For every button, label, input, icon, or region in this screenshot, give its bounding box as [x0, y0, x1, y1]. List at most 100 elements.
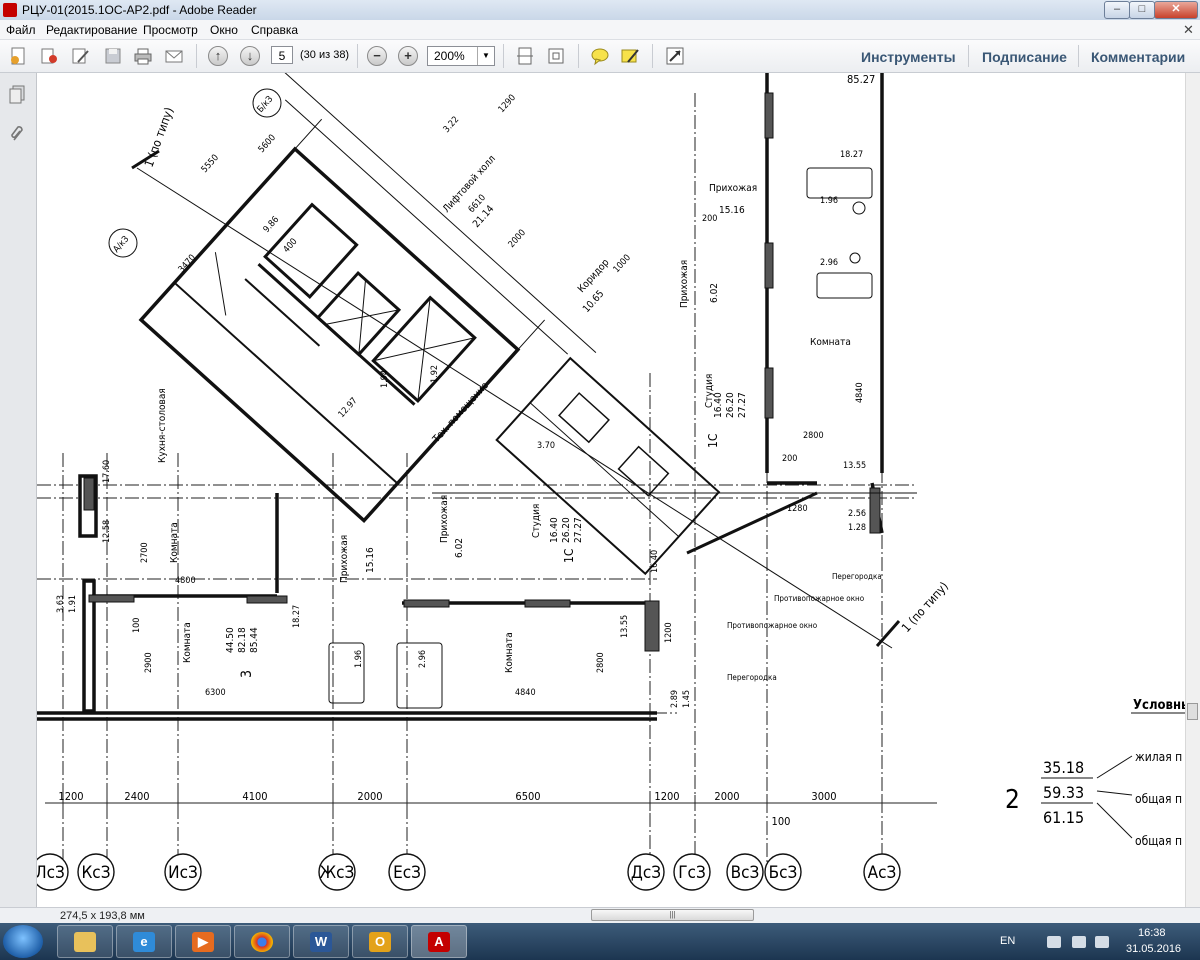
- room-label: Студия: [531, 504, 542, 538]
- close-document-icon[interactable]: ✕: [1183, 22, 1194, 38]
- dimension-label: 5600: [257, 133, 278, 155]
- action-center-icon[interactable]: [1095, 936, 1109, 948]
- pages-icon[interactable]: [9, 85, 27, 105]
- area-label: 35.18: [1043, 758, 1084, 777]
- next-page-button[interactable]: ↓: [240, 46, 260, 66]
- menu-view[interactable]: Просмотр: [143, 23, 198, 37]
- room-label: Прихожая: [339, 535, 350, 583]
- network-icon[interactable]: [1047, 936, 1061, 948]
- note-label: Перегородка: [727, 673, 777, 682]
- menu-window[interactable]: Окно: [210, 23, 238, 37]
- dimension-label: 1.96: [354, 650, 364, 668]
- page-number-input[interactable]: 5: [271, 46, 293, 64]
- dimension-label: 3.22: [442, 115, 461, 135]
- dimension-label: 1200: [664, 622, 674, 643]
- document-view[interactable]: ЛсЗ КсЗ ИсЗ ЖсЗ ЕсЗ ДсЗ ГсЗ ВсЗ БсЗ АсЗ …: [37, 73, 1185, 907]
- combine-files-icon[interactable]: [39, 46, 59, 66]
- toolbar-separator: [652, 44, 653, 68]
- highlight-icon[interactable]: [620, 46, 640, 66]
- minimize-button[interactable]: –: [1104, 1, 1130, 19]
- vertical-scrollbar[interactable]: [1185, 73, 1200, 907]
- vertical-scroll-thumb[interactable]: [1187, 703, 1198, 720]
- toolbar-separator: [968, 45, 969, 67]
- comments-link[interactable]: Комментарии: [1091, 49, 1185, 65]
- media-player-icon: ▶: [192, 932, 214, 952]
- area-label: 16.40: [713, 392, 724, 418]
- area-label: 27.27: [737, 392, 748, 418]
- email-icon[interactable]: [164, 46, 184, 66]
- legend-title: Условные: [1133, 698, 1185, 713]
- menu-edit[interactable]: Редактирование: [46, 23, 137, 37]
- attachments-icon[interactable]: [9, 125, 27, 145]
- save-icon[interactable]: [103, 46, 123, 66]
- full-screen-icon[interactable]: [665, 46, 685, 66]
- note-label: Противопожарное окно: [774, 594, 865, 603]
- dimension-label: 13.55: [843, 461, 866, 471]
- zoom-out-button[interactable]: −: [367, 46, 387, 66]
- volume-icon[interactable]: [1072, 936, 1086, 948]
- taskbar-internet-explorer[interactable]: e: [116, 925, 172, 958]
- dimension-label: 16.40: [650, 550, 660, 573]
- menu-bar: Файл Редактирование Просмотр Окно Справк…: [0, 20, 1200, 40]
- language-indicator[interactable]: EN: [1000, 935, 1015, 947]
- dimension-label: 1.45: [682, 690, 692, 708]
- area-label: 6.02: [709, 283, 720, 303]
- taskbar: e ▶ W O A: [0, 923, 1200, 960]
- edit-pdf-icon[interactable]: [70, 46, 90, 66]
- dimension-label: 100: [772, 815, 791, 828]
- zoom-select[interactable]: 200% ▼: [427, 46, 495, 66]
- print-icon[interactable]: [133, 46, 153, 66]
- dimension-label: 200: [782, 454, 797, 464]
- taskbar-outlook[interactable]: O: [352, 925, 408, 958]
- clock-date[interactable]: 31.05.2016: [1126, 943, 1181, 955]
- dimension-label: 2900: [144, 652, 154, 673]
- close-button[interactable]: ✕: [1154, 1, 1198, 19]
- axis-label: ВсЗ: [731, 863, 760, 883]
- dimension-label: 13.55: [620, 615, 630, 638]
- chevron-down-icon[interactable]: ▼: [477, 47, 494, 65]
- maximize-button[interactable]: □: [1129, 1, 1155, 19]
- room-label: Комната: [810, 337, 851, 348]
- zoom-in-button[interactable]: +: [398, 46, 418, 66]
- area-label: 27.27: [573, 517, 584, 543]
- dimension-label: 1200: [654, 790, 679, 803]
- axis-label: ЛсЗ: [37, 863, 65, 883]
- taskbar-media-player[interactable]: ▶: [175, 925, 231, 958]
- taskbar-chrome[interactable]: [234, 925, 290, 958]
- tools-link[interactable]: Инструменты: [861, 49, 956, 65]
- taskbar-word[interactable]: W: [293, 925, 349, 958]
- clock-time[interactable]: 16:38: [1138, 927, 1166, 939]
- area-label: 6.02: [454, 538, 465, 558]
- area-label: 82.18: [237, 627, 248, 653]
- dimension-label: 2700: [140, 542, 150, 563]
- create-pdf-icon[interactable]: [8, 46, 28, 66]
- horizontal-scroll-thumb[interactable]: |||: [591, 909, 754, 921]
- axis-label: АсЗ: [868, 863, 897, 883]
- window-title: РЦУ-01(2015.1ОС-АР2.pdf - Adobe Reader: [22, 3, 257, 17]
- page-size-label: 274,5 x 193,8 мм: [60, 910, 145, 922]
- dimension-label: 18.27: [292, 605, 302, 628]
- internet-explorer-icon: e: [133, 932, 155, 952]
- room-label: Коридор: [576, 257, 612, 295]
- dimension-label: 1.28: [848, 523, 866, 533]
- dimension-label: 1000: [612, 253, 633, 275]
- menu-file[interactable]: Файл: [6, 23, 36, 37]
- previous-page-button[interactable]: ↑: [208, 46, 228, 66]
- sign-link[interactable]: Подписание: [982, 49, 1067, 65]
- fit-width-icon[interactable]: [546, 46, 566, 66]
- dimension-label: 5550: [200, 153, 221, 175]
- dimension-label: 1290: [497, 93, 518, 115]
- comment-icon[interactable]: [590, 46, 610, 66]
- start-button[interactable]: [3, 925, 43, 958]
- room-label: Комната: [169, 522, 180, 563]
- axis-label: КсЗ: [81, 863, 110, 883]
- taskbar-explorer[interactable]: [57, 925, 113, 958]
- axis-label: БсЗ: [769, 863, 798, 883]
- menu-help[interactable]: Справка: [251, 23, 298, 37]
- room-label: Комната: [182, 622, 193, 663]
- area-label: 59.33: [1043, 783, 1084, 802]
- room-label: Кухня-столовая: [157, 388, 168, 463]
- legend-item: жилая п: [1135, 750, 1182, 764]
- fit-page-icon[interactable]: [515, 46, 535, 66]
- taskbar-acrobat-reader[interactable]: A: [411, 925, 467, 958]
